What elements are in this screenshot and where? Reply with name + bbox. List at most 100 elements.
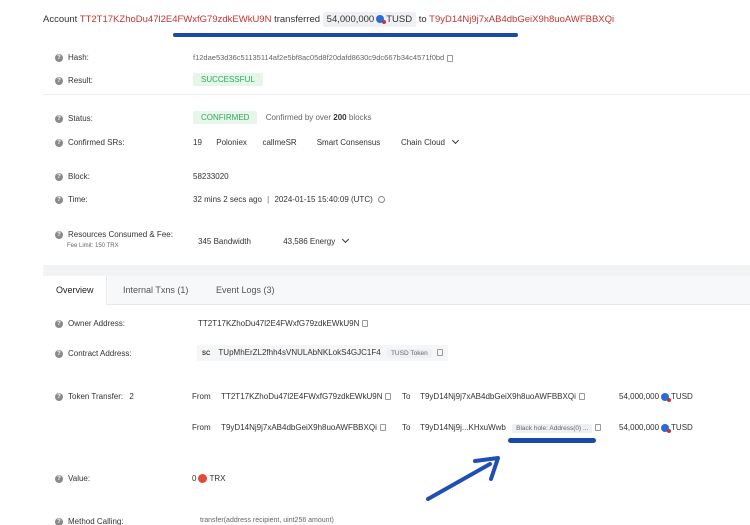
transfer-token-link[interactable]: TUSD bbox=[671, 423, 693, 432]
contract-token-tag: TUSD Token bbox=[386, 349, 432, 358]
transfer-from-link[interactable]: T9yD14Nj9j7xAB4dbGeiX9h8uoAWFBBXQi bbox=[221, 423, 377, 432]
copy-icon[interactable] bbox=[595, 424, 602, 432]
blue-underline bbox=[508, 438, 596, 443]
energy-label: Energy bbox=[309, 237, 336, 246]
amount-box: 54,000,000 TUSD bbox=[322, 12, 417, 27]
question-icon: ? bbox=[55, 138, 63, 147]
transfer-to-link[interactable]: T9yD14Nj9j...KHxuWwb bbox=[420, 423, 506, 432]
value-amount: 0 TRX bbox=[192, 474, 226, 484]
question-icon: ? bbox=[55, 392, 63, 401]
value-label: Value: bbox=[68, 474, 91, 483]
amount-value: 54,000,000 bbox=[326, 14, 375, 25]
sr-item[interactable]: Smart Consensus bbox=[317, 138, 399, 147]
transfer-amount: 54,000,000 TUSD bbox=[619, 392, 693, 402]
tabs-bottom-line bbox=[107, 304, 750, 305]
hash-text: f12dae53d36c51135114af2e5bf8ac05d8f20daf… bbox=[193, 53, 445, 62]
sr-item[interactable]: Poloniex bbox=[216, 138, 260, 147]
time-label: Time: bbox=[68, 195, 88, 204]
owner-row-label: ? Owner Address: bbox=[55, 319, 125, 328]
chevron-down-icon[interactable] bbox=[452, 136, 460, 145]
time-ago: 32 mins 2 secs ago bbox=[193, 195, 262, 204]
question-icon: ? bbox=[55, 230, 63, 239]
question-icon: ? bbox=[55, 172, 63, 181]
sr-item[interactable]: Chain Cloud bbox=[401, 138, 445, 147]
status-value: CONFIRMED Confirmed by over 200 blocks bbox=[193, 111, 372, 124]
to-label: to bbox=[418, 14, 427, 25]
transfer-amount: 54,000,000 TUSD bbox=[619, 423, 693, 433]
question-icon: ? bbox=[55, 195, 63, 204]
block-value[interactable]: 58233020 bbox=[193, 172, 229, 181]
resources-value: 345 Bandwidth 43,586 Energy bbox=[198, 235, 350, 246]
bandwidth-value: 345 bbox=[198, 237, 212, 246]
srs-list: 19 Poloniex callmeSR Smart Consensus Cha… bbox=[193, 136, 460, 147]
owner-value: TT2T17KZhoDu47l2E4FWxfG79zdkEWkU9N bbox=[198, 319, 369, 328]
contract-row-label: ? Contract Address: bbox=[55, 349, 132, 358]
energy-value: 43,586 bbox=[283, 237, 308, 246]
time-row-label: ? Time: bbox=[55, 195, 88, 204]
token-transfer-count: 2 bbox=[129, 392, 134, 401]
copy-icon[interactable] bbox=[578, 393, 585, 401]
transfer-to-link[interactable]: T9yD14Nj9j7xAB4dbGeiX9h8uoAWFBBXQi bbox=[420, 392, 576, 401]
resources-row-label: ? Resources Consumed & Fee: bbox=[55, 230, 173, 239]
token-transfer-label: Token Transfer: bbox=[68, 392, 124, 401]
method-row-label: ? Method Calling: bbox=[55, 517, 124, 525]
to-address-link[interactable]: T9yD14Nj9j7xAB4dbGeiX9h8uoAWFBBXQi bbox=[429, 14, 614, 25]
trx-coin-icon bbox=[198, 474, 208, 484]
value-row-label: ? Value: bbox=[55, 474, 90, 483]
transferred-label: transferred bbox=[274, 14, 321, 25]
copy-icon[interactable] bbox=[379, 424, 386, 432]
amount-token: TUSD bbox=[386, 14, 413, 25]
result-row-label: ? Result: bbox=[55, 76, 93, 85]
tab-internal-txns[interactable]: Internal Txns (1) bbox=[123, 285, 188, 295]
hash-value: f12dae53d36c51135114af2e5bf8ac05d8f20daf… bbox=[193, 53, 454, 62]
tab-event-logs[interactable]: Event Logs (3) bbox=[216, 285, 275, 295]
status-label: Status: bbox=[68, 114, 93, 123]
srs-label: Confirmed SRs: bbox=[68, 138, 125, 147]
transfer-token-link[interactable]: TUSD bbox=[671, 392, 693, 401]
clock-icon bbox=[378, 196, 385, 204]
result-value: SUCCESSFUL bbox=[193, 73, 263, 86]
copy-icon[interactable] bbox=[362, 320, 369, 328]
token-transfer-row-label: ? Token Transfer: 2 bbox=[55, 392, 134, 401]
value-token: TRX bbox=[209, 474, 226, 483]
owner-label: Owner Address: bbox=[68, 319, 125, 328]
tusd-coin-icon bbox=[661, 392, 672, 402]
contract-link[interactable]: TUpMhErZL2fhh4sVNULAbNKLokS4GJC1F4 bbox=[218, 348, 380, 357]
hash-label: Hash: bbox=[68, 53, 89, 62]
hash-row-label: ? Hash: bbox=[55, 53, 89, 62]
result-label: Result: bbox=[68, 76, 93, 85]
chevron-down-icon[interactable] bbox=[342, 235, 350, 244]
srs-row-label: ? Confirmed SRs: bbox=[55, 138, 124, 147]
account-link[interactable]: TT2T17KZhoDu47l2E4FWxfG79zdkEWkU9N bbox=[80, 14, 272, 25]
question-icon: ? bbox=[55, 349, 63, 358]
tx-header: Account TT2T17KZhoDu47l2E4FWxfG79zdkEWkU… bbox=[43, 12, 614, 27]
status-badge: CONFIRMED bbox=[193, 111, 258, 124]
owner-link[interactable]: TT2T17KZhoDu47l2E4FWxfG79zdkEWkU9N bbox=[198, 319, 359, 328]
question-icon: ? bbox=[55, 517, 63, 525]
copy-icon[interactable] bbox=[385, 393, 392, 401]
copy-icon[interactable] bbox=[436, 349, 443, 357]
tabs-bar-bg bbox=[108, 276, 750, 304]
result-badge: SUCCESSFUL bbox=[193, 73, 263, 86]
status-row-label: ? Status: bbox=[55, 114, 93, 123]
tusd-coin-icon bbox=[376, 15, 387, 25]
question-icon: ? bbox=[55, 53, 63, 62]
details-card: ? Hash: f12dae53d36c51135114af2e5bf8ac05d… bbox=[43, 40, 750, 265]
sr-item[interactable]: callmeSR bbox=[262, 138, 314, 147]
transfer-to: To T9yD14Nj9j7xAB4dbGeiX9h8uoAWFBBXQi bbox=[402, 392, 585, 401]
method-value: transfer(address recipient, uint256 amou… bbox=[200, 517, 334, 524]
copy-icon[interactable] bbox=[447, 54, 454, 62]
time-utc: 2024-01-15 15:40:09 (UTC) bbox=[274, 195, 373, 204]
transfer-from-link[interactable]: TT2T17KZhoDu47l2E4FWxfG79zdkEWkU9N bbox=[221, 392, 382, 401]
divider bbox=[43, 94, 750, 95]
tusd-coin-icon bbox=[661, 423, 672, 433]
black-hole-tag: Black hole: Address(0) ... bbox=[512, 424, 593, 433]
transfer-to: To T9yD14Nj9j...KHxuWwb Black hole: Addr… bbox=[402, 423, 602, 433]
question-icon: ? bbox=[55, 474, 63, 483]
question-icon: ? bbox=[55, 319, 63, 328]
blue-underline bbox=[173, 33, 518, 37]
account-label: Account bbox=[43, 14, 78, 25]
method-label: Method Calling: bbox=[68, 517, 124, 525]
tab-overview[interactable]: Overview bbox=[56, 285, 94, 295]
block-label: Block: bbox=[68, 172, 90, 181]
